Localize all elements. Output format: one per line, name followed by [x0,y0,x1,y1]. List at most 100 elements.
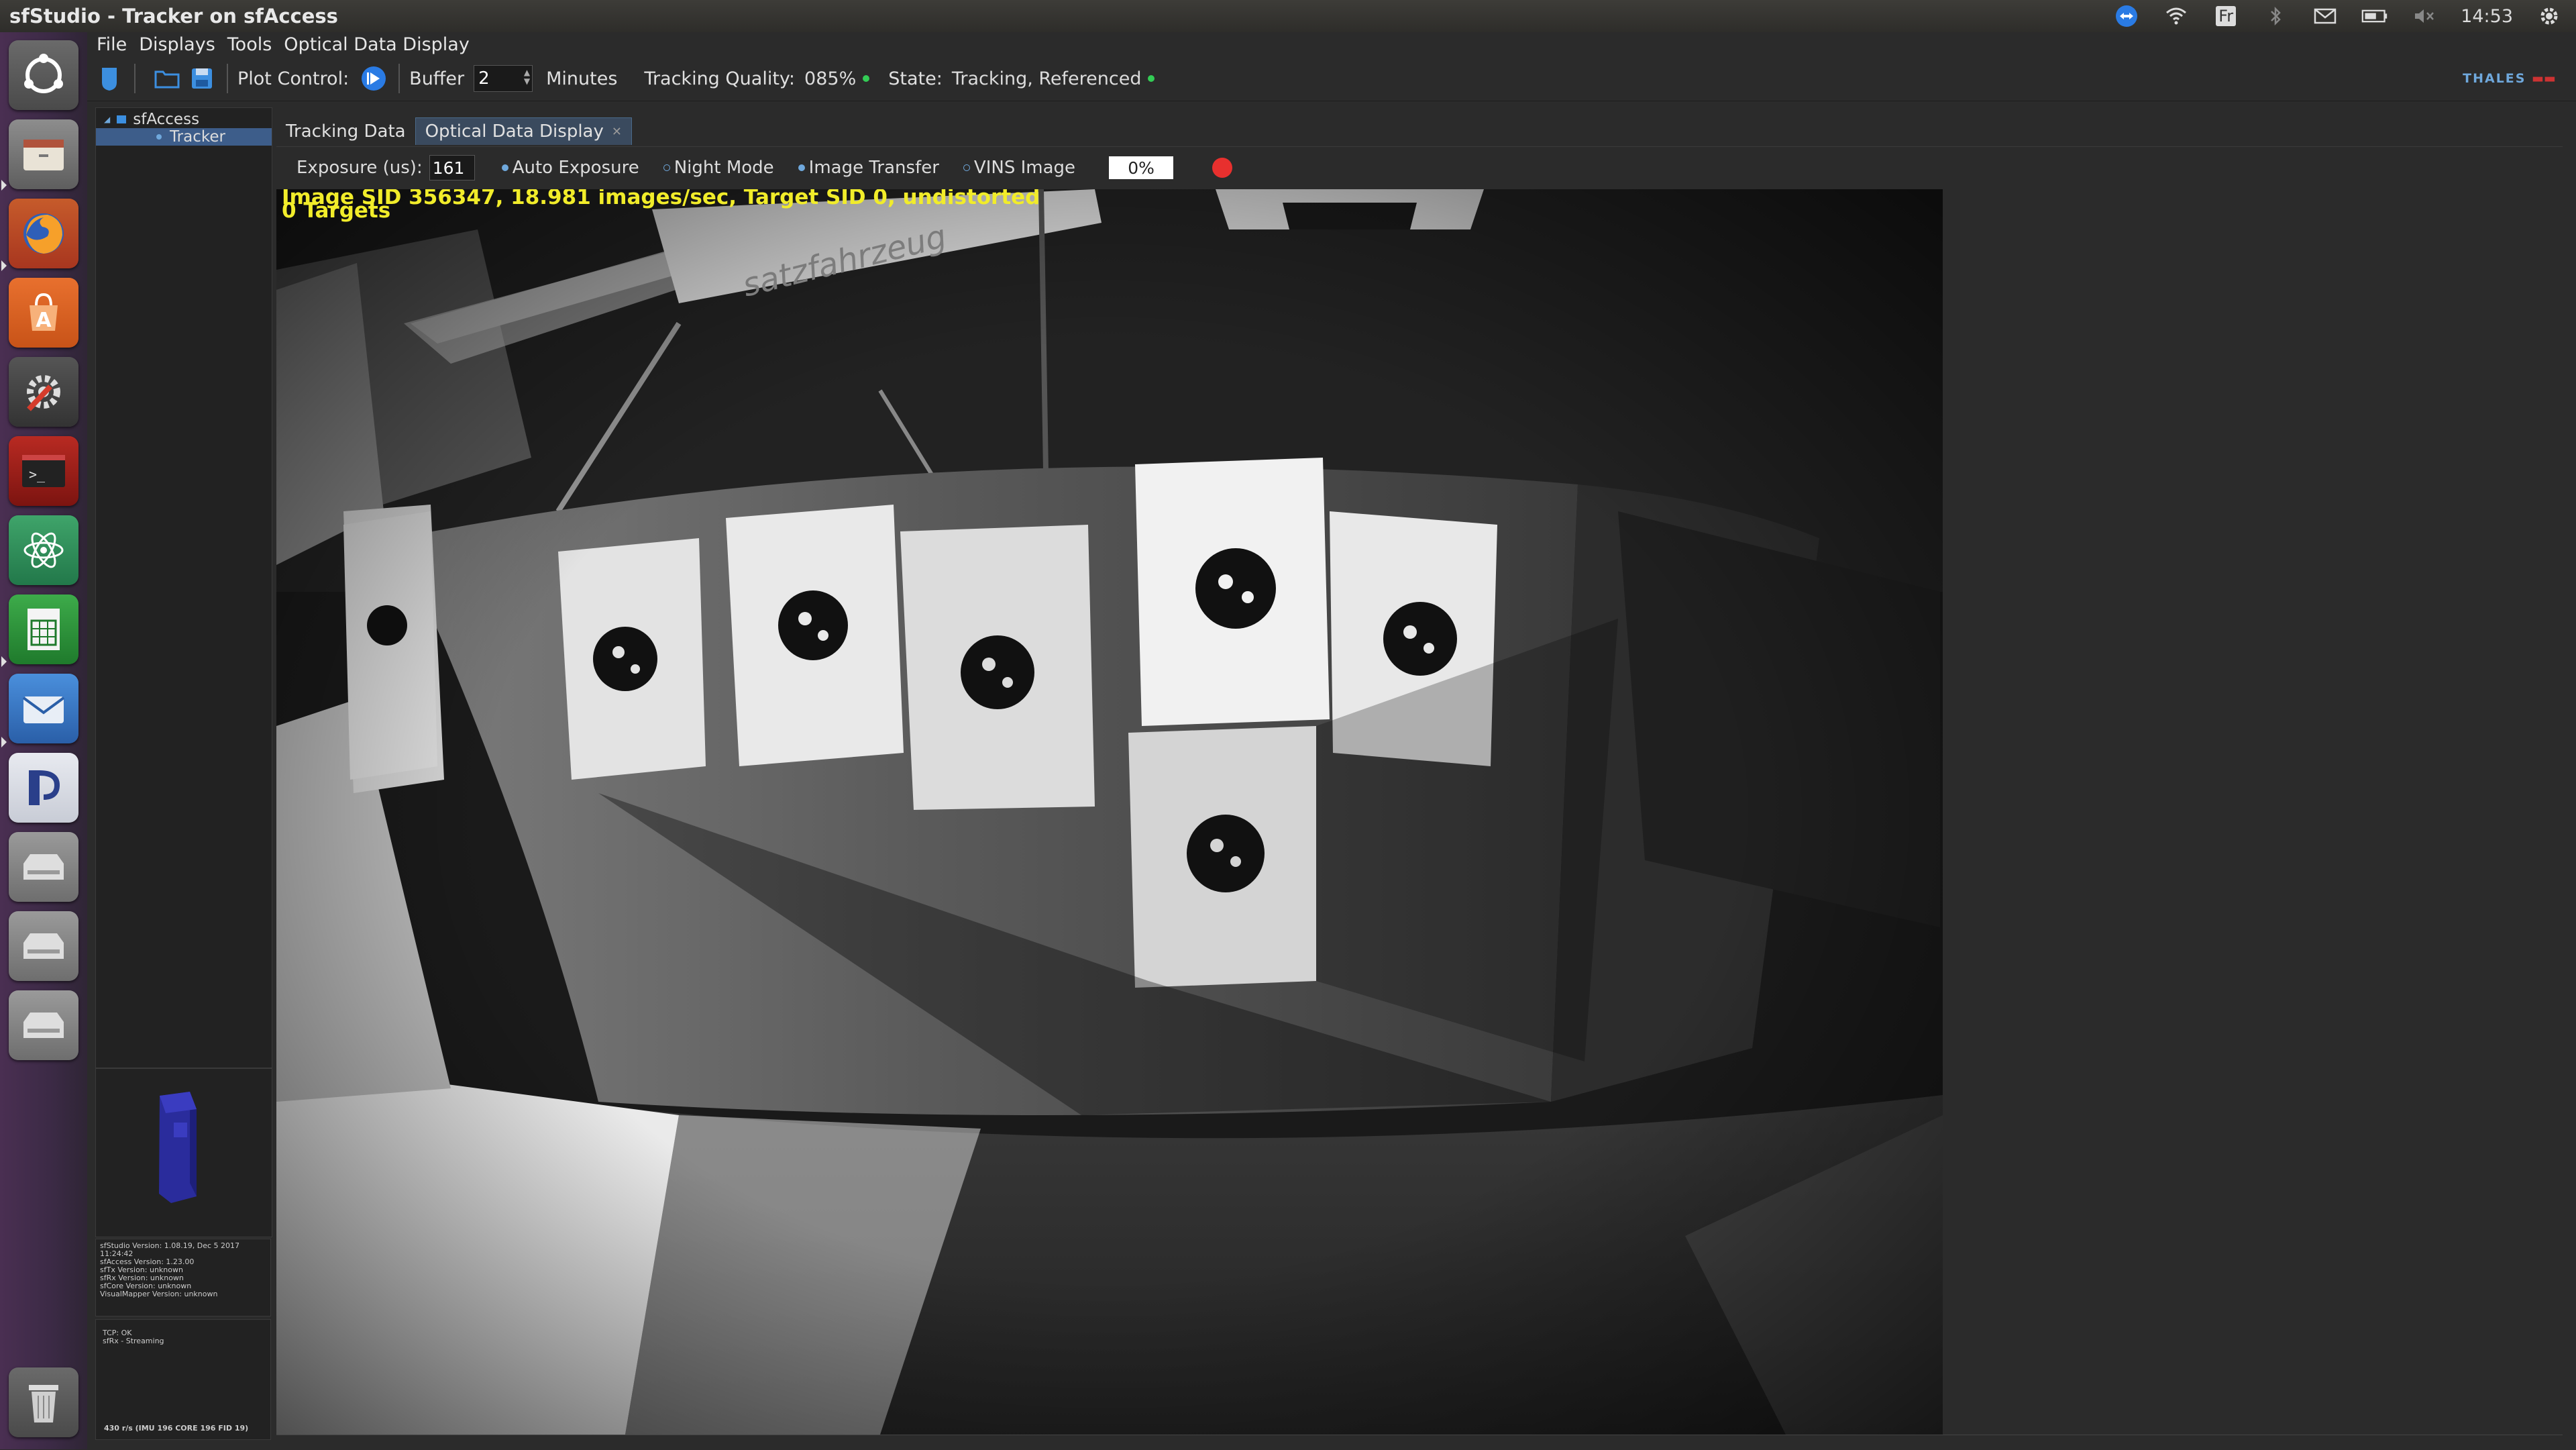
empty-display-area [1943,189,2563,1435]
wifi-icon[interactable] [2163,5,2190,28]
settings-gear-icon[interactable] [2536,5,2563,28]
connection-status-panel: TCP: OK sfRx - Streaming 430 r/s (IMU 19… [95,1319,271,1440]
buffer-spinbox[interactable]: ▲▼ [474,65,533,92]
version-line: VisualMapper Version: unknown [100,1290,218,1298]
tree-collapse-icon[interactable]: ◢ [104,115,110,124]
trash-icon[interactable] [9,1367,78,1437]
night-mode-label: Night Mode [674,158,774,178]
status-line: sfRx - Streaming [103,1337,164,1345]
firefox-icon[interactable] [9,199,78,268]
tab-optical-data-display[interactable]: Optical Data Display ✕ [415,117,632,145]
exposure-label: Exposure (us): [297,158,423,178]
plot-play-button[interactable] [358,63,389,94]
toolbar-separator [227,64,228,93]
battery-icon[interactable] [2361,5,2388,28]
tree-item-label: Tracker [170,128,225,146]
display-tabs: Tracking Data Optical Data Display ✕ [276,115,632,145]
state-label: State: [888,68,943,89]
auto-exposure-checkbox[interactable]: Auto Exposure [501,158,639,178]
optical-controls: Exposure (us): Auto Exposure Night Mode … [276,146,2563,189]
camera-image: satzfahrzeug [276,189,1943,1435]
vins-image-checkbox[interactable]: VINS Image [963,158,1075,178]
state-value: Tracking, Referenced [951,68,1142,89]
software-center-icon[interactable]: A [9,278,78,348]
tracking-quality-status-dot [863,75,870,82]
plot-control-label: Plot Control: [237,68,350,89]
tracker-model-icon [159,1092,197,1203]
targets-count-overlay: 0 Targets [282,199,391,223]
bluetooth-icon[interactable] [2262,5,2289,28]
record-button[interactable] [1212,158,1233,178]
tree-item-label: sfAccess [133,111,200,128]
terminal-icon[interactable]: >_ [9,436,78,506]
tab-label: Tracking Data [286,121,406,142]
drive-icon-3[interactable] [9,990,78,1060]
system-settings-icon[interactable] [9,357,78,427]
drive-icon-1[interactable] [9,832,78,902]
files-icon[interactable] [9,119,78,189]
tree-item-sfaccess[interactable]: ◢ sfAccess [96,111,272,128]
window-title: sfStudio - Tracker on sfAccess [9,5,338,28]
toolbar-separator [134,64,136,93]
tab-tracking-data[interactable]: Tracking Data [276,118,415,145]
tracker-node-icon [156,134,162,140]
version-info-panel: sfStudio Version: 1.08.19, Dec 5 2017 11… [95,1239,271,1316]
spreadsheet-icon[interactable] [9,594,78,664]
thunderbird-icon[interactable] [9,674,78,743]
image-info-overlay: Image SID 356347, 18.981 images/sec, Tar… [282,189,1040,209]
image-transfer-label: Image Transfer [808,158,939,178]
rate-status: 430 r/s (IMU 196 CORE 196 FID 19) [104,1424,249,1433]
sfstudio-app-icon[interactable] [9,753,78,823]
buffer-label: Buffer [409,68,465,89]
atom-icon[interactable] [9,515,78,585]
system-indicators: Fr 14:53 [2113,0,2576,32]
thales-logo: THALES ▬▬ [2463,71,2556,86]
menu-bar: File Displays Tools Optical Data Display [87,32,2576,56]
tracking-quality-label: Tracking Quality: [644,68,796,89]
tracking-quality-value: 085% [804,68,857,89]
device-tree: ◢ sfAccess Tracker [95,107,272,1068]
image-transfer-checkbox[interactable]: Image Transfer [798,158,939,178]
keyboard-layout-label: Fr [2216,6,2237,26]
bottom-strip [276,1435,2563,1450]
radio-dot-icon [963,164,970,171]
svg-text:>_: >_ [29,466,46,482]
keyboard-layout-icon[interactable]: Fr [2212,5,2239,28]
svg-text:A: A [36,309,52,332]
drive-icon-2[interactable] [9,911,78,981]
night-mode-checkbox[interactable]: Night Mode [663,158,774,178]
spinbox-arrows-icon[interactable]: ▲ ▼ [524,68,530,86]
recording-progress: 0% [1109,156,1174,179]
teamviewer-icon[interactable] [2113,5,2140,28]
radio-dot-icon [663,164,670,171]
buffer-input[interactable] [474,68,521,89]
tracker-3d-model-view [95,1068,272,1237]
top-panel: sfStudio - Tracker on sfAccess Fr 14:53 [0,0,2576,32]
connect-button[interactable] [94,63,125,94]
menu-tools[interactable]: Tools [227,34,272,55]
tab-close-icon[interactable]: ✕ [612,125,622,139]
radio-dot-icon [501,164,508,171]
open-folder-button[interactable] [152,63,182,94]
auto-exposure-label: Auto Exposure [512,158,639,178]
mail-icon[interactable] [2312,5,2339,28]
save-button[interactable] [186,63,217,94]
toolbar-separator [398,64,400,93]
tree-item-tracker[interactable]: Tracker [96,128,272,146]
clock[interactable]: 14:53 [2461,6,2513,27]
minutes-label: Minutes [546,68,618,89]
toolbar: Plot Control: Buffer ▲▼ Minutes Tracking… [87,56,2576,101]
menu-displays[interactable]: Displays [139,34,215,55]
launcher: A >_ [0,32,87,1449]
state-status-dot [1148,75,1155,82]
menu-optical-data-display[interactable]: Optical Data Display [284,34,470,55]
exposure-input[interactable] [429,155,475,180]
device-icon [117,115,127,123]
vins-image-label: VINS Image [973,158,1076,178]
tab-label: Optical Data Display [425,121,604,142]
volume-muted-icon[interactable] [2411,5,2438,28]
menu-file[interactable]: File [97,34,127,55]
radio-dot-icon [798,164,805,171]
ubuntu-dash-icon[interactable] [9,40,78,110]
camera-frame-scene: satzfahrzeug [276,189,1943,1435]
